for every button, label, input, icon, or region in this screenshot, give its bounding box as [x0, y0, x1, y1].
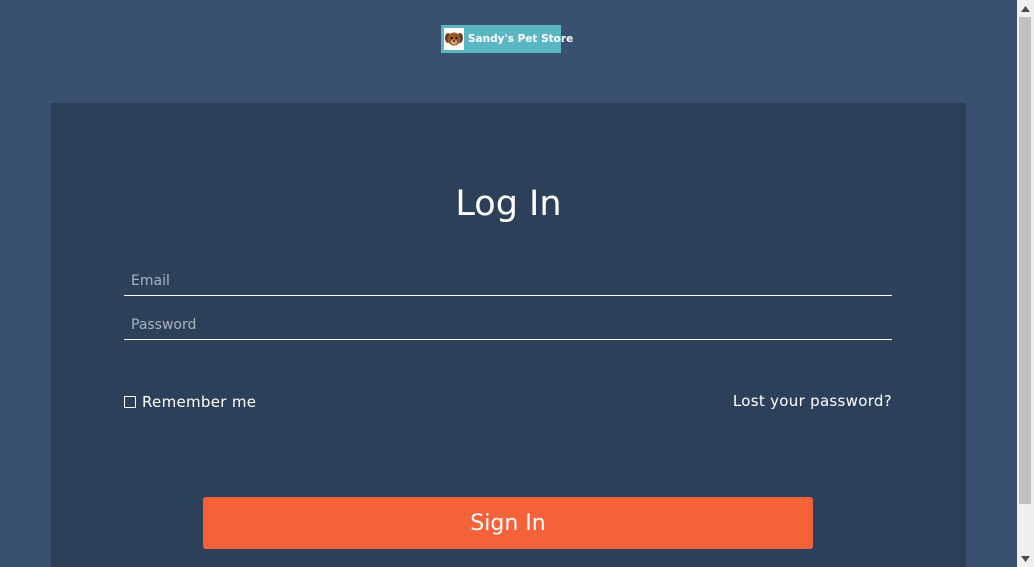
lost-password-link[interactable]: Lost your password? — [733, 392, 892, 410]
scrollbar-thumb[interactable] — [1019, 17, 1031, 504]
page-title: Log In — [455, 184, 562, 224]
store-name: Sandy's Pet Store — [468, 33, 574, 45]
scroll-up-arrow-icon[interactable] — [1017, 0, 1034, 17]
store-logo[interactable]: Sandy's Pet Store — [441, 25, 573, 53]
login-page: Sandy's Pet Store Log In Remember me Los… — [0, 0, 1017, 567]
remember-me[interactable]: Remember me — [124, 393, 256, 411]
email-field[interactable] — [124, 266, 892, 296]
sign-in-button[interactable]: Sign In — [203, 497, 813, 549]
scroll-down-arrow-icon[interactable] — [1017, 550, 1034, 567]
remember-me-label: Remember me — [142, 393, 257, 411]
vertical-scrollbar[interactable] — [1017, 0, 1034, 567]
dog-face-icon — [444, 28, 464, 50]
remember-me-checkbox[interactable] — [124, 396, 136, 408]
password-field[interactable] — [124, 310, 892, 340]
login-card: Log In Remember me Lost your password? S… — [51, 103, 966, 567]
